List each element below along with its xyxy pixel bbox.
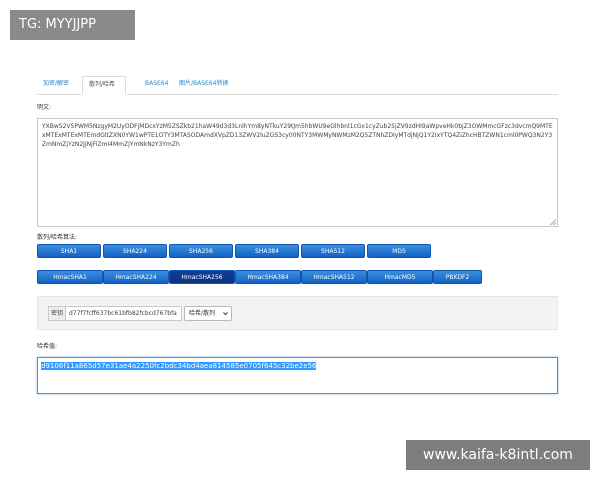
chevron-down-icon (223, 312, 228, 316)
result-value: d9106f11a865d57e31ae4a2250fc2bdc34bd4aea… (41, 362, 317, 370)
hmacsha256-button[interactable]: HmacSHA256 (169, 270, 235, 284)
hmacmd5-button[interactable]: HmacMD5 (367, 270, 433, 284)
hmacsha512-button[interactable]: HmacSHA512 (301, 270, 367, 284)
sha224-button[interactable]: SHA224 (103, 244, 167, 258)
md5-button[interactable]: MD5 (367, 244, 431, 258)
sha1-button[interactable]: SHA1 (37, 244, 101, 258)
key-addon-label: 密钥 (48, 306, 66, 321)
hmacsha224-button[interactable]: HmacSHA224 (103, 270, 169, 284)
sha256-button[interactable]: SHA256 (169, 244, 233, 258)
resize-handle-icon[interactable] (550, 219, 556, 225)
tab-hash[interactable]: 散列/哈希 (82, 76, 126, 95)
watermark-top: TG: MYYJJPP (10, 10, 135, 40)
watermark-bottom: www.kaifa-k8intl.com (406, 440, 590, 470)
tab-encrypt-decrypt[interactable]: 加密/解密 (37, 76, 81, 94)
algorithm-label: 散列/哈希算法: (37, 234, 78, 241)
hmacsha1-button[interactable]: HmacSHA1 (37, 270, 103, 284)
plaintext-label: 明文: (37, 104, 52, 111)
plaintext-textarea[interactable]: YXBwS2V5PWM5NzgyM2UyODFjMDcxYzM5ZSZkb21h… (37, 118, 558, 227)
tab-bar: 加密/解密 散列/哈希 BASE64 图片/BASE64转换 (37, 76, 558, 95)
sha384-button[interactable]: SHA384 (235, 244, 299, 258)
key-panel: 密钥 d77f7fcff637bc61bfb82fcbcd767bfa 哈希/散… (37, 296, 558, 330)
result-label: 哈希值: (37, 343, 58, 350)
plaintext-value: YXBwS2V5PWM5NzgyM2UyODFjMDcxYzM5ZSZkb21h… (42, 123, 553, 148)
hash-mode-dropdown[interactable]: 哈希/散列 (184, 306, 232, 321)
result-textarea[interactable]: d9106f11a865d57e31ae4a2250fc2bdc34bd4aea… (37, 357, 558, 394)
key-input[interactable]: d77f7fcff637bc61bfb82fcbcd767bfa (66, 306, 182, 321)
tab-image-base64[interactable]: 图片/BASE64转换 (173, 76, 241, 94)
hmacsha384-button[interactable]: HmacSHA384 (235, 270, 301, 284)
pbkdf2-button[interactable]: PBKDF2 (433, 270, 482, 284)
tab-base64[interactable]: BASE64 (139, 76, 173, 94)
sha512-button[interactable]: SHA512 (301, 244, 365, 258)
hash-mode-label: 哈希/散列 (189, 310, 216, 317)
